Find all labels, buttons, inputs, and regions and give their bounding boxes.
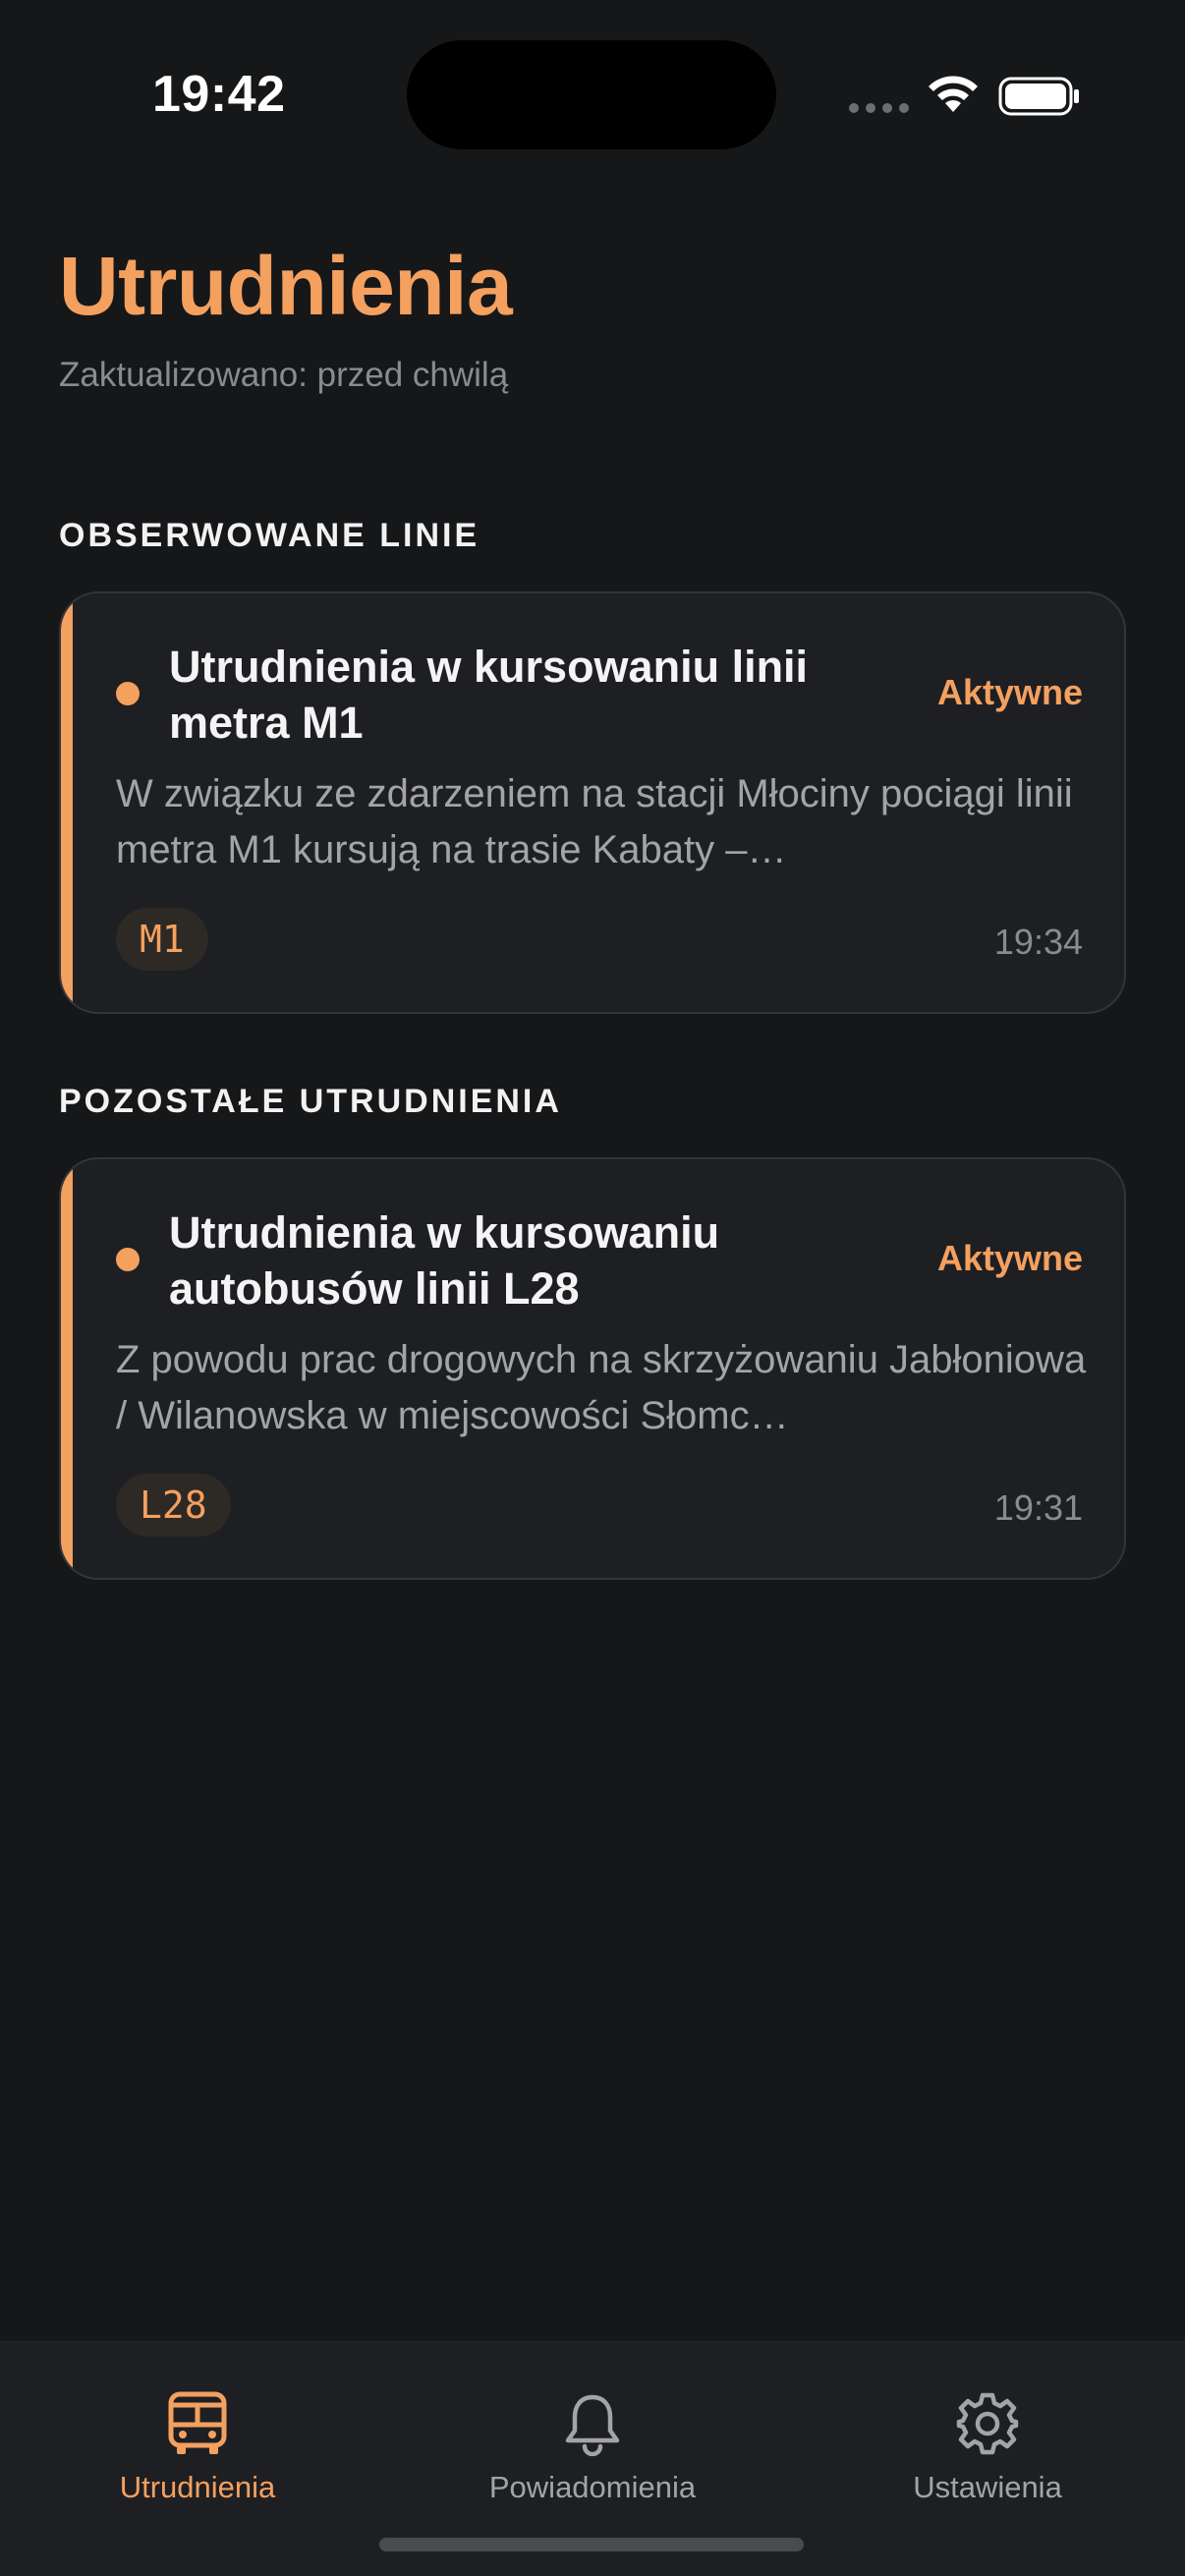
status-badge: Aktywne [936, 1238, 1083, 1278]
card-description: W związku ze zdarzeniem na stacji Młocin… [116, 772, 1073, 871]
tab-settings[interactable]: Ustawienia [790, 2342, 1185, 2504]
status-badge: Aktywne [936, 672, 1083, 712]
status-dot [116, 682, 140, 705]
section-label-watched-lines: OBSERWOWANE LINIE [59, 517, 480, 554]
disruption-card[interactable]: Utrudnienia w kursowaniu autobusów linii… [59, 1157, 1126, 1580]
bus-icon [168, 2391, 227, 2454]
card-description: Z powodu prac drogowych na skrzyżowaniu … [116, 1338, 1087, 1437]
tab-label: Powiadomienia [488, 2470, 697, 2504]
card-title: Utrudnienia w kursowaniu linii metra M1 [169, 642, 809, 748]
bell-icon [565, 2394, 620, 2456]
home-indicator[interactable] [379, 2538, 804, 2551]
card-time: 19:31 [993, 1487, 1083, 1528]
card-title: Utrudnienia w kursowaniu autobusów linii… [169, 1207, 720, 1314]
disruption-card[interactable]: Utrudnienia w kursowaniu linii metra M1 … [59, 591, 1126, 1014]
wifi-icon [929, 76, 978, 112]
card-accent-bar [61, 593, 73, 1012]
card-time: 19:34 [993, 922, 1083, 962]
line-badge: M1 [116, 908, 208, 971]
line-badge: L28 [116, 1474, 231, 1537]
tab-label: Utrudnienia [119, 2470, 276, 2504]
status-dot [116, 1248, 140, 1271]
page-title: Utrudnienia [59, 240, 513, 332]
last-updated-text: Zaktualizowano: przed chwilą [59, 356, 509, 394]
cellular-signal-icon [849, 103, 909, 113]
screen: 19:42 Utrudnienia Zaktualizowano: przed … [0, 0, 1185, 2576]
dynamic-island [407, 40, 776, 149]
gear-icon [956, 2392, 1019, 2455]
card-accent-bar [61, 1159, 73, 1578]
tab-disruptions[interactable]: Utrudnienia [0, 2342, 395, 2504]
tab-label: Ustawienia [913, 2470, 1062, 2504]
tab-notifications[interactable]: Powiadomienia [395, 2342, 790, 2504]
battery-icon [998, 77, 1079, 116]
status-time: 19:42 [152, 66, 286, 123]
section-label-other-disruptions: POZOSTAŁE UTRUDNIENIA [59, 1083, 562, 1120]
